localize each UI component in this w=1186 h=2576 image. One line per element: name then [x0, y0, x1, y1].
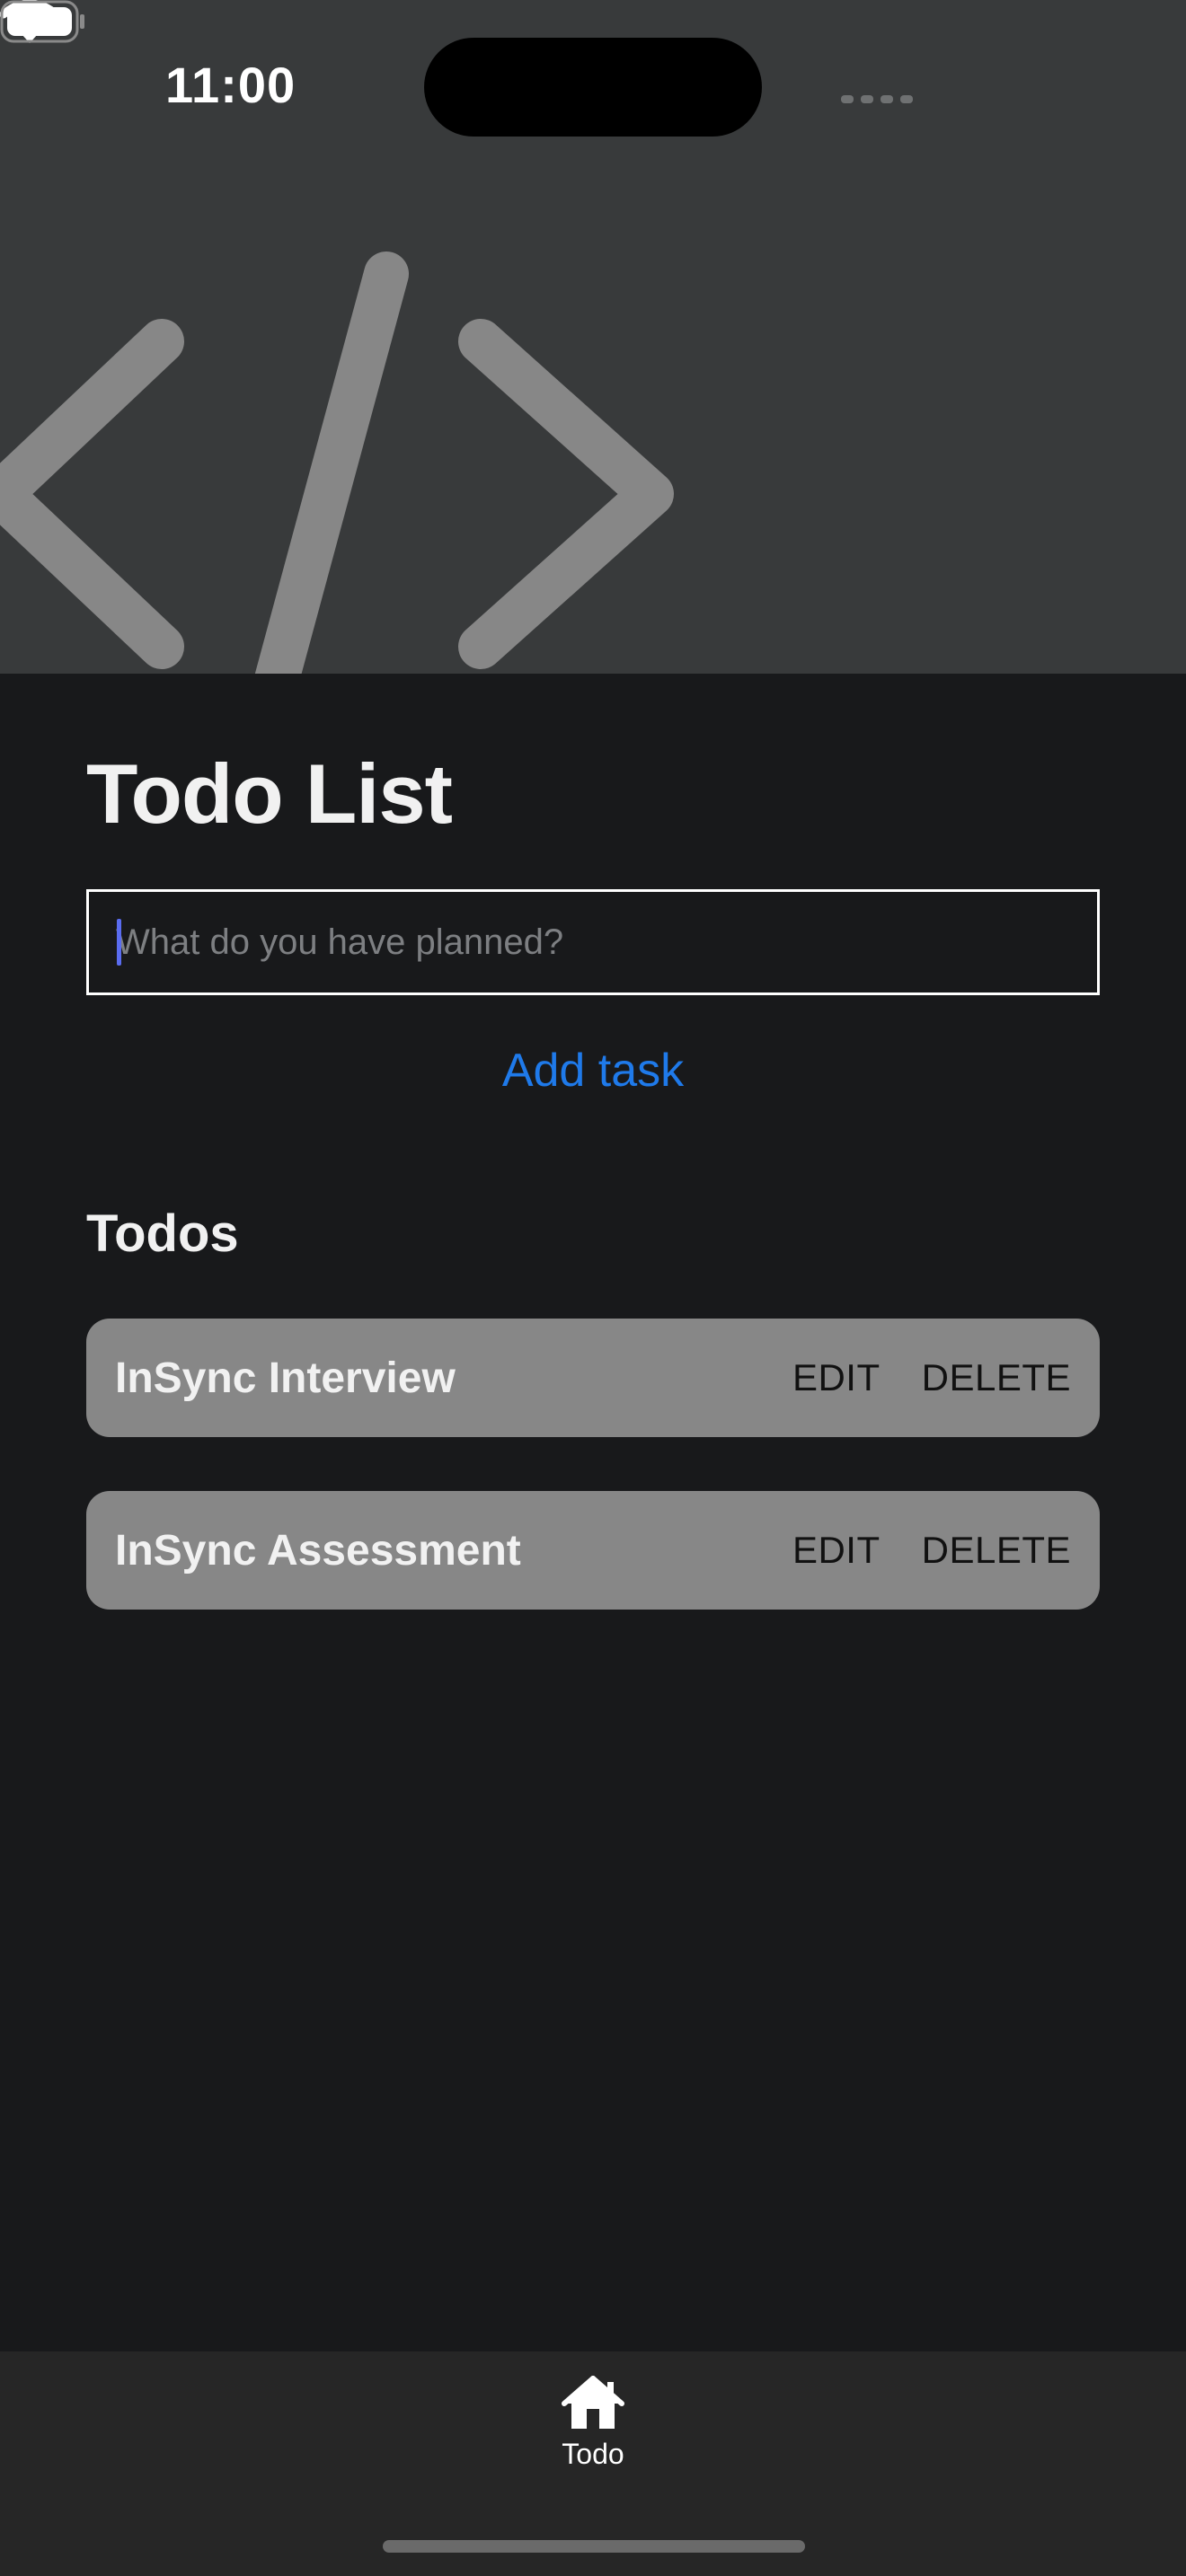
todo-text: InSync Assessment	[115, 1526, 521, 1575]
todo-list: InSync Interview EDIT DELETE InSync Asse…	[86, 1319, 1100, 1663]
app-screen: 11:00 Todo List Add task Todos InSync In…	[0, 0, 1186, 2576]
edit-button[interactable]: EDIT	[792, 1529, 881, 1572]
task-input[interactable]	[116, 892, 1068, 992]
tab-label: Todo	[562, 2438, 624, 2470]
battery-icon	[0, 0, 84, 43]
text-caret	[117, 919, 121, 966]
status-time: 11:00	[165, 57, 296, 113]
home-indicator	[383, 2540, 805, 2553]
todo-item: InSync Assessment EDIT DELETE	[86, 1491, 1100, 1610]
header-image: 11:00	[0, 0, 1186, 674]
add-task-button[interactable]: Add task	[0, 1044, 1186, 1098]
page-title: Todo List	[86, 746, 453, 841]
signal-dots-icon	[841, 95, 913, 103]
todos-heading: Todos	[86, 1204, 239, 1263]
todo-item: InSync Interview EDIT DELETE	[86, 1319, 1100, 1437]
task-input-container[interactable]	[86, 889, 1100, 995]
dynamic-island	[424, 38, 762, 137]
todo-text: InSync Interview	[115, 1354, 456, 1402]
edit-button[interactable]: EDIT	[792, 1356, 881, 1399]
tab-todo[interactable]: Todo	[503, 2375, 683, 2492]
delete-button[interactable]: DELETE	[922, 1529, 1071, 1572]
delete-button[interactable]: DELETE	[922, 1356, 1071, 1399]
home-icon	[562, 2376, 624, 2429]
